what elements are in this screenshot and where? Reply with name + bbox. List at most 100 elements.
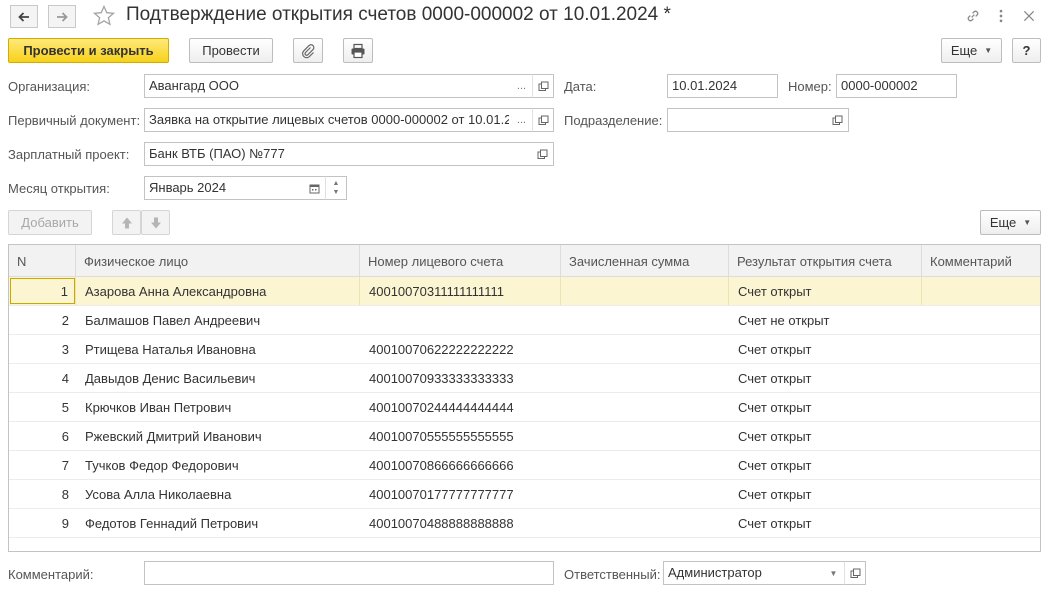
cell-result[interactable]: Счет открыт [729,364,922,392]
cell-result[interactable]: Счет открыт [729,393,922,421]
cell-n[interactable]: 8 [9,480,76,508]
cell-person[interactable]: Балмашов Павел Андреевич [76,306,360,334]
accounts-table[interactable]: N Физическое лицо Номер лицевого счета З… [8,244,1041,552]
responsible-dropdown-button[interactable]: ▼ [823,561,845,585]
cell-n[interactable]: 7 [9,451,76,479]
cell-person[interactable]: Ржевский Дмитрий Иванович [76,422,360,450]
cell-account[interactable]: 40010070933333333333 [360,364,561,392]
move-up-button[interactable] [112,210,141,235]
cell-comment[interactable] [922,451,1040,479]
comment-field[interactable] [144,561,554,585]
department-field[interactable] [667,108,828,132]
cell-person[interactable]: Крючков Иван Петрович [76,393,360,421]
cell-amount[interactable] [561,277,729,305]
help-button[interactable]: ? [1012,38,1041,63]
cell-result[interactable]: Счет открыт [729,277,922,305]
cell-person[interactable]: Федотов Геннадий Петрович [76,509,360,537]
table-row[interactable]: 4 Давыдов Денис Васильевич 400100709333333… [9,364,1040,393]
move-down-button[interactable] [141,210,170,235]
cell-amount[interactable] [561,306,729,334]
cell-n[interactable]: 6 [9,422,76,450]
cell-person[interactable]: Тучков Федор Федорович [76,451,360,479]
month-calendar-button[interactable] [304,176,326,200]
cell-n[interactable]: 5 [9,393,76,421]
column-header-n[interactable]: N [9,245,76,276]
more-vertical-icon[interactable] [992,7,1010,25]
table-row[interactable]: 6 Ржевский Дмитрий Иванович 40010070555555… [9,422,1040,451]
cell-result[interactable]: Счет открыт [729,335,922,363]
cell-account[interactable]: 40010070311111111111 [360,277,561,305]
cell-amount[interactable] [561,393,729,421]
cell-comment[interactable] [922,306,1040,334]
responsible-field[interactable]: Администратор [663,561,824,585]
cell-n[interactable]: 3 [9,335,76,363]
cell-comment[interactable] [922,509,1040,537]
star-icon[interactable] [92,4,116,28]
cell-person[interactable]: Азарова Анна Александровна [76,277,360,305]
cell-account[interactable] [360,306,561,334]
cell-account[interactable]: 40010070244444444444 [360,393,561,421]
table-row[interactable]: 7 Тучков Федор Федорович 40010070866666666… [9,451,1040,480]
cell-comment[interactable] [922,277,1040,305]
primary-document-select-button[interactable]: ... [511,108,533,132]
cell-account[interactable]: 40010070177777777777 [360,480,561,508]
cell-comment[interactable] [922,364,1040,392]
cell-comment[interactable] [922,393,1040,421]
close-icon[interactable] [1020,7,1038,25]
table-row[interactable]: 8 Усова Алла Николаевна 400100701777777777… [9,480,1040,509]
cell-amount[interactable] [561,509,729,537]
responsible-open-button[interactable] [844,561,866,585]
cell-amount[interactable] [561,451,729,479]
cell-result[interactable]: Счет не открыт [729,306,922,334]
table-row[interactable]: 1 Азарова Анна Александровна 4001007031111… [9,277,1040,306]
column-header-result[interactable]: Результат открытия счета [729,245,922,276]
back-button[interactable] [10,5,38,28]
organization-select-button[interactable]: ... [511,74,533,98]
month-field[interactable]: Январь 2024 [144,176,305,200]
cell-n[interactable]: 4 [9,364,76,392]
cell-account[interactable]: 40010070622222222222 [360,335,561,363]
date-field[interactable]: 10.01.2024 [667,74,778,98]
cell-n[interactable]: 9 [9,509,76,537]
table-row[interactable]: 2 Балмашов Павел Андреевич Счет не открыт [9,306,1040,335]
cell-comment[interactable] [922,480,1040,508]
cell-comment[interactable] [922,422,1040,450]
salary-project-field[interactable]: Банк ВТБ (ПАО) №777 [144,142,533,166]
cell-person[interactable]: Усова Алла Николаевна [76,480,360,508]
number-field[interactable]: 0000-000002 [836,74,957,98]
month-spin-button[interactable]: ▲ ▼ [325,176,347,200]
link-icon[interactable] [964,7,982,25]
cell-result[interactable]: Счет открыт [729,422,922,450]
more-menu-button[interactable]: Еще ▼ [941,38,1002,63]
cell-person[interactable]: Ртищева Наталья Ивановна [76,335,360,363]
cell-person[interactable]: Давыдов Денис Васильевич [76,364,360,392]
organization-field[interactable]: Авангард ООО [144,74,512,98]
table-row[interactable]: 3 Ртищева Наталья Ивановна 400100706222222… [9,335,1040,364]
cell-result[interactable]: Счет открыт [729,451,922,479]
organization-open-button[interactable] [532,74,554,98]
add-row-button[interactable]: Добавить [8,210,92,235]
cell-account[interactable]: 40010070555555555555 [360,422,561,450]
attach-button[interactable] [293,38,323,63]
cell-account[interactable]: 40010070866666666666 [360,451,561,479]
salary-project-open-button[interactable] [532,142,554,166]
post-and-close-button[interactable]: Провести и закрыть [8,38,169,63]
cell-comment[interactable] [922,335,1040,363]
column-header-amount[interactable]: Зачисленная сумма [561,245,729,276]
department-open-button[interactable] [827,108,849,132]
primary-document-field[interactable]: Заявка на открытие лицевых счетов 0000-0… [144,108,512,132]
column-header-person[interactable]: Физическое лицо [76,245,360,276]
table-more-menu-button[interactable]: Еще ▼ [980,210,1041,235]
cell-amount[interactable] [561,335,729,363]
cell-n[interactable]: 1 [9,277,76,305]
cell-amount[interactable] [561,364,729,392]
print-button[interactable] [343,38,373,63]
cell-amount[interactable] [561,422,729,450]
primary-document-open-button[interactable] [532,108,554,132]
cell-result[interactable]: Счет открыт [729,509,922,537]
cell-result[interactable]: Счет открыт [729,480,922,508]
cell-n[interactable]: 2 [9,306,76,334]
table-row[interactable]: 5 Крючков Иван Петрович 400100702444444444… [9,393,1040,422]
table-row[interactable]: 9 Федотов Геннадий Петрович 40010070488888… [9,509,1040,538]
cell-amount[interactable] [561,480,729,508]
